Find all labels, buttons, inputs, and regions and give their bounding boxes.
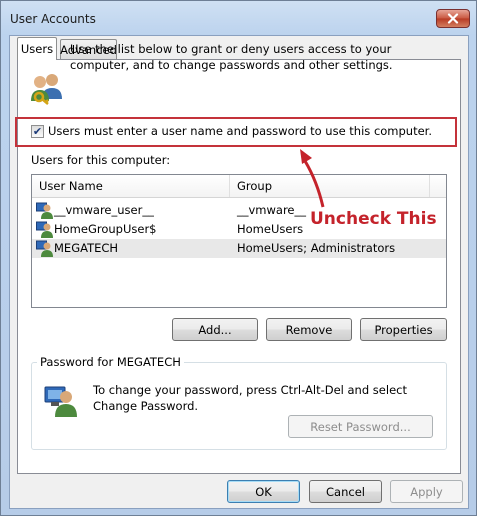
apply-button[interactable]: Apply xyxy=(390,480,463,503)
users-list[interactable]: User Name Group __vmware_user__ __vmware… xyxy=(31,174,447,308)
users-section-label: Users for this computer: xyxy=(31,153,171,167)
column-header-user-name[interactable]: User Name xyxy=(32,175,230,197)
user-row-megatech[interactable]: MEGATECH HomeUsers; Administrators xyxy=(32,239,446,258)
password-group-title: Password for MEGATECH xyxy=(37,355,184,369)
remove-user-button[interactable]: Remove xyxy=(266,318,352,341)
user-icon xyxy=(36,240,53,257)
user-group: HomeUsers xyxy=(237,222,304,236)
user-monitor-icon xyxy=(44,386,77,417)
title-bar[interactable]: User Accounts xyxy=(1,1,476,35)
close-button[interactable] xyxy=(436,9,470,28)
user-name: __vmware_user__ xyxy=(54,203,154,217)
user-icon xyxy=(36,221,53,238)
tab-users-label: Users xyxy=(20,42,54,56)
password-instructions: To change your password, press Ctrl-Alt-… xyxy=(93,383,407,413)
reset-password-button[interactable]: Reset Password... xyxy=(288,415,433,438)
users-key-icon xyxy=(31,74,62,105)
ok-button[interactable]: OK xyxy=(227,480,300,503)
annotation-highlight-box xyxy=(15,117,457,147)
column-group-label: Group xyxy=(237,179,273,193)
user-icon xyxy=(36,202,53,219)
add-user-button[interactable]: Add... xyxy=(172,318,258,341)
tab-users[interactable]: Users xyxy=(17,37,57,60)
arrow-icon xyxy=(300,149,325,208)
cancel-button[interactable]: Cancel xyxy=(309,480,382,503)
user-name: MEGATECH xyxy=(54,241,119,255)
user-name: HomeGroupUser$ xyxy=(54,222,157,236)
window-title: User Accounts xyxy=(10,12,96,26)
column-user-name-label: User Name xyxy=(39,179,103,193)
intro-text: Use the list below to grant or deny user… xyxy=(70,42,393,72)
users-list-header: User Name Group xyxy=(32,175,446,198)
user-accounts-window: User Accounts Users Advanced Use the lis… xyxy=(0,0,477,516)
user-group: HomeUsers; Administrators xyxy=(237,241,396,255)
annotation-text: Uncheck This xyxy=(310,209,437,229)
properties-button[interactable]: Properties xyxy=(360,318,447,341)
close-icon xyxy=(447,13,459,24)
